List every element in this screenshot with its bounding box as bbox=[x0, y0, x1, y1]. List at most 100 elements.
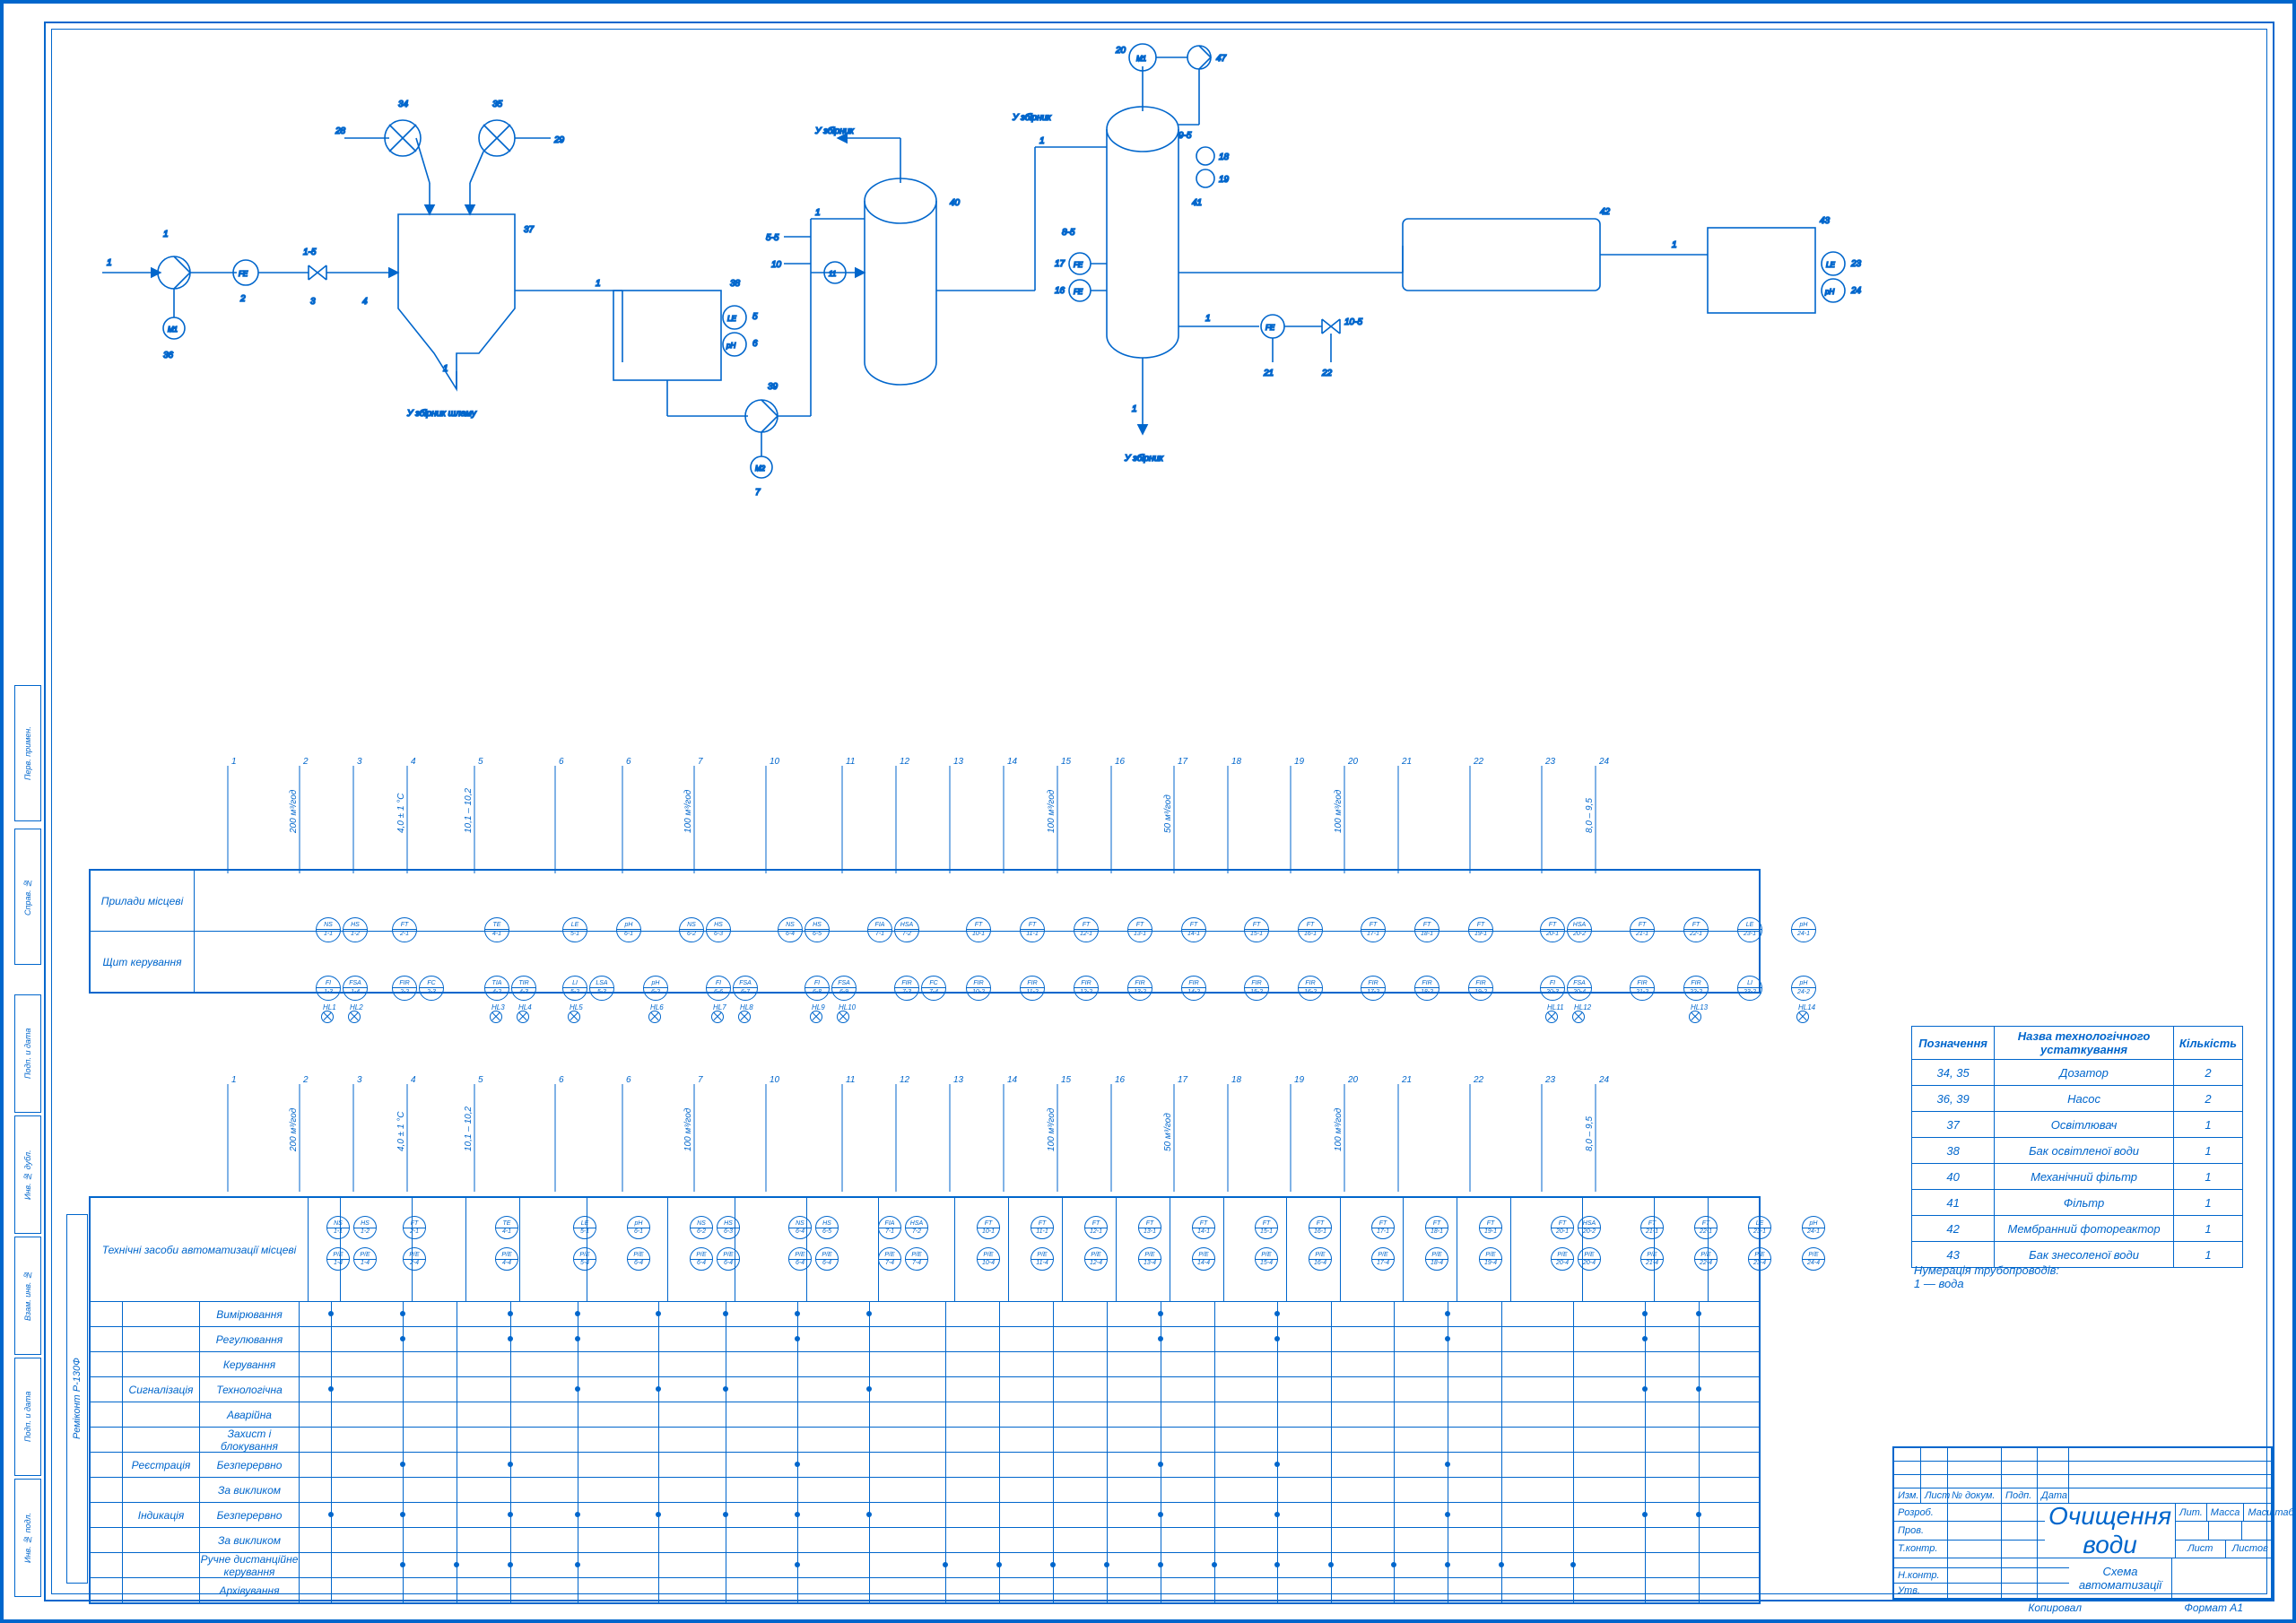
fn-dot bbox=[1445, 1336, 1450, 1341]
fn-group bbox=[123, 1428, 200, 1452]
svg-text:34: 34 bbox=[398, 100, 409, 109]
svg-text:100 м³/год: 100 м³/год bbox=[1334, 1107, 1344, 1151]
instrument-bubble: FIR12-2 bbox=[1074, 976, 1099, 1001]
fn-dot bbox=[328, 1512, 334, 1517]
fn-dot bbox=[866, 1512, 872, 1517]
svg-text:У збірник: У збірник bbox=[1124, 453, 1164, 464]
fn-dot bbox=[400, 1336, 405, 1341]
instrument-bubble: LE23-1 bbox=[1737, 917, 1762, 942]
svg-text:41: 41 bbox=[1192, 198, 1202, 208]
fn-group bbox=[123, 1352, 200, 1376]
fn-group bbox=[123, 1327, 200, 1351]
svg-text:29: 29 bbox=[553, 135, 565, 145]
left-margin-4: Инв. № дубл. bbox=[14, 1115, 41, 1234]
svg-text:21: 21 bbox=[1263, 369, 1274, 378]
instrument-bubble: FSA1-4 bbox=[343, 976, 368, 1001]
fn-dot bbox=[1274, 1462, 1280, 1467]
eq-name: Насос bbox=[1995, 1086, 2174, 1112]
instrument-bubble: HS6-5 bbox=[804, 917, 830, 942]
fn-group bbox=[123, 1578, 200, 1602]
fn-dot bbox=[508, 1462, 513, 1467]
fn-signal-headers: 12200 м³/год344,0 ± 1 °С510,1 – 10,26671… bbox=[89, 1066, 1757, 1201]
svg-text:10: 10 bbox=[770, 757, 780, 767]
svg-text:4: 4 bbox=[411, 757, 416, 767]
fn-dot bbox=[328, 1386, 334, 1392]
fn-dot bbox=[795, 1562, 800, 1567]
svg-text:35: 35 bbox=[492, 100, 503, 109]
svg-text:22: 22 bbox=[1321, 369, 1333, 378]
instrument-bubble: NS6-4 bbox=[778, 917, 803, 942]
instrument-bubble: pH24-2 bbox=[1791, 976, 1816, 1001]
signal-headers: 12200 м³/год344,0 ± 1 °С510,1 – 10,26671… bbox=[89, 748, 1757, 873]
fn-dot bbox=[508, 1562, 513, 1567]
fn-dot bbox=[656, 1311, 661, 1316]
svg-text:39: 39 bbox=[768, 382, 778, 392]
fn-dot bbox=[656, 1512, 661, 1517]
fn-dot bbox=[575, 1311, 580, 1316]
fn-dot bbox=[1642, 1512, 1648, 1517]
fn-dot bbox=[1696, 1512, 1701, 1517]
instrument-bubble: TIA4-2 bbox=[484, 976, 509, 1001]
fn-group: Індикація bbox=[123, 1503, 200, 1527]
equipment-table: Позначення Назва технологічного устаткув… bbox=[1911, 1026, 2243, 1268]
fn-dot bbox=[575, 1336, 580, 1341]
instrument-bubble: FIR7-3 bbox=[894, 976, 919, 1001]
instrument-bubble: FIR21-2 bbox=[1630, 976, 1655, 1001]
svg-text:23: 23 bbox=[1544, 1075, 1556, 1085]
svg-text:12: 12 bbox=[900, 1075, 910, 1085]
eq-qty: 2 bbox=[2173, 1086, 2242, 1112]
drawing-sheet: Инв. № подл. Подп. и дата Взам. инв. № И… bbox=[0, 0, 2296, 1623]
drawing-subtitle: Схема автоматизації bbox=[2069, 1558, 2172, 1598]
instrument-bubble: pH6-2 bbox=[643, 976, 668, 1001]
eq-qty: 1 bbox=[2173, 1164, 2242, 1190]
function-table: Технічні засоби автоматизації місцеві NS… bbox=[89, 1196, 1761, 1604]
fn-sidebar: Реміконт Р-130Ф bbox=[66, 1214, 88, 1584]
svg-text:6: 6 bbox=[626, 757, 631, 767]
eq-id: 36, 39 bbox=[1912, 1086, 1995, 1112]
hl-label: HL8 bbox=[740, 1003, 753, 1011]
svg-text:FE: FE bbox=[1074, 288, 1083, 296]
svg-text:10: 10 bbox=[770, 1075, 780, 1085]
fn-dot bbox=[1158, 1311, 1163, 1316]
instrument-bubble: FIR13-2 bbox=[1127, 976, 1152, 1001]
instrument-bubble: FT10-1 bbox=[966, 917, 991, 942]
hl-label: HL4 bbox=[518, 1003, 532, 1011]
svg-text:18: 18 bbox=[1219, 152, 1230, 162]
svg-text:18: 18 bbox=[1231, 757, 1242, 767]
svg-text:M2: M2 bbox=[755, 464, 766, 473]
fn-dot bbox=[575, 1562, 580, 1567]
eq-id: 34, 35 bbox=[1912, 1060, 1995, 1086]
svg-text:4,0 ± 1 °С: 4,0 ± 1 °С bbox=[396, 793, 406, 833]
svg-text:37: 37 bbox=[524, 225, 535, 235]
fn-dot bbox=[656, 1386, 661, 1392]
svg-text:14: 14 bbox=[1007, 757, 1018, 767]
svg-text:LE: LE bbox=[727, 315, 736, 323]
instrument-bubble: FIR11-2 bbox=[1020, 976, 1045, 1001]
svg-text:17: 17 bbox=[1178, 1075, 1188, 1085]
fn-dot bbox=[1158, 1336, 1163, 1341]
svg-text:20: 20 bbox=[1115, 46, 1126, 56]
fn-group bbox=[123, 1528, 200, 1552]
svg-text:16: 16 bbox=[1115, 1075, 1126, 1085]
tb-list: Лист bbox=[1921, 1488, 1948, 1503]
svg-text:8,0 – 9,5: 8,0 – 9,5 bbox=[1585, 798, 1595, 833]
svg-text:21: 21 bbox=[1401, 1075, 1412, 1085]
svg-text:1: 1 bbox=[1205, 314, 1211, 324]
svg-text:4: 4 bbox=[411, 1075, 416, 1085]
svg-text:10,1 – 10,2: 10,1 – 10,2 bbox=[464, 1107, 474, 1151]
process-flowsheet: 1 M136 1 FE 2 1-53 4 37 У збірник шламу … bbox=[4, 4, 2296, 649]
instrument-bubble: LI5-2 bbox=[562, 976, 587, 1001]
instrument-bubble: FT20-1 bbox=[1540, 917, 1565, 942]
svg-text:1: 1 bbox=[231, 757, 237, 767]
fn-function: Ручне дистанційне керування bbox=[200, 1553, 300, 1577]
eq-id: 41 bbox=[1912, 1190, 1995, 1216]
fn-dot bbox=[795, 1512, 800, 1517]
fn-dot bbox=[723, 1512, 728, 1517]
fn-dot bbox=[1050, 1562, 1056, 1567]
fn-dot bbox=[866, 1386, 872, 1392]
eq-qty: 1 bbox=[2173, 1190, 2242, 1216]
svg-text:200 м³/год: 200 м³/год bbox=[289, 789, 299, 834]
instrument-bubble: FI6-8 bbox=[804, 976, 830, 1001]
hl-label: HL2 bbox=[350, 1003, 363, 1011]
instrument-bubble: FT22-1 bbox=[1683, 917, 1709, 942]
